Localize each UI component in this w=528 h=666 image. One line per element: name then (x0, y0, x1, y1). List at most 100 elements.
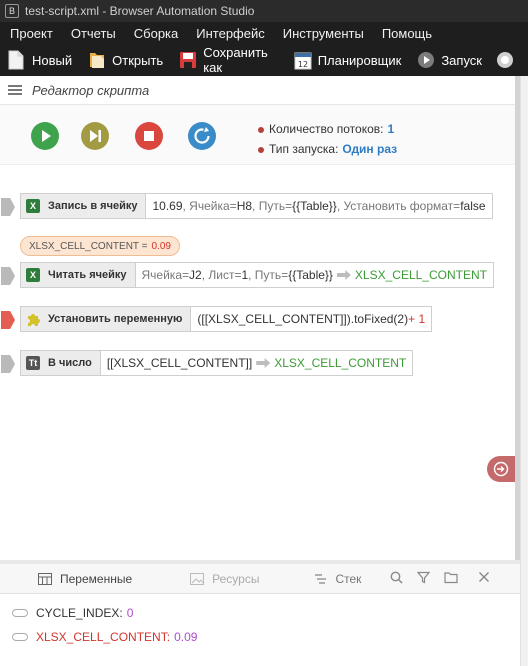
excel-icon: X (26, 199, 40, 213)
editor-title: Редактор скрипта (32, 82, 150, 98)
open-button[interactable]: Открыть (88, 50, 163, 70)
new-file-icon (8, 50, 26, 70)
menu-interface[interactable]: Интерфейс (186, 26, 272, 41)
stack-list-icon (313, 573, 327, 585)
refresh-icon (194, 127, 210, 144)
param-value: false (460, 199, 486, 213)
action-grip[interactable] (1, 267, 15, 285)
new-button[interactable]: Новый (8, 50, 72, 70)
run-button-label: Запуск (441, 52, 482, 68)
folder-icon[interactable] (444, 571, 458, 587)
circle-icon (496, 50, 514, 70)
new-button-label: Новый (32, 52, 73, 68)
menu-build[interactable]: Сборка (124, 26, 187, 41)
menu-bar: Проект Отчеты Сборка Интерфейс Инструмен… (0, 22, 528, 44)
action-block-read-cell[interactable]: X Читать ячейку Ячейка= J2 , Лист= 1 , П… (1, 262, 494, 288)
play-circle-icon (417, 50, 435, 70)
link-icon (12, 609, 28, 617)
mode-label: Тип запуска: (269, 142, 339, 156)
restart-button[interactable] (188, 122, 216, 150)
variable-value: 0 (126, 606, 134, 620)
window-title: test-script.xml - Browser Automation Stu… (25, 4, 255, 18)
variable-row[interactable]: CYCLE_INDEX: 0 (12, 606, 133, 620)
image-icon (190, 572, 205, 585)
action-block-write-cell[interactable]: X Запись в ячейку 10.69 , Ячейка= H8 , П… (1, 193, 493, 219)
param-value: J2 (189, 268, 202, 282)
stop-button[interactable] (135, 122, 163, 150)
hamburger-menu-icon[interactable] (8, 83, 22, 97)
arrow-right-icon (256, 358, 271, 368)
menu-reports[interactable]: Отчеты (61, 26, 124, 41)
bullet-icon (258, 146, 264, 153)
main-toolbar: Новый Открыть Сохранить как 12 Планировщ… (0, 44, 528, 76)
scheduler-button[interactable]: 12 Планировщик (294, 50, 402, 70)
mode-value[interactable]: Один раз (342, 142, 397, 156)
action-title: Установить переменную (48, 313, 183, 325)
bottom-panel-actions (390, 571, 490, 587)
side-panel-toggle-button[interactable] (487, 456, 515, 482)
step-forward-icon (90, 130, 101, 142)
window-title-bar: B test-script.xml - Browser Automation S… (0, 0, 528, 22)
variable-row[interactable]: XLSX_CELL_CONTENT: 0.09 (12, 630, 197, 644)
open-folder-icon (88, 50, 106, 70)
save-as-button[interactable]: Сохранить как (179, 45, 278, 75)
run-button[interactable]: Запуск (417, 50, 482, 70)
action-params: ([[XLSX_CELL_CONTENT]]).toFixed(2) + 1 (191, 307, 431, 331)
param-label: , Лист= (201, 268, 242, 282)
action-grip[interactable] (1, 198, 15, 216)
param-label: , Путь= (252, 199, 293, 213)
action-params: 10.69 , Ячейка= H8 , Путь= {{Table}} , У… (146, 194, 491, 218)
action-title: В число (48, 357, 92, 369)
tab-resources-label: Ресурсы (212, 571, 260, 586)
play-button[interactable] (31, 122, 59, 150)
param-value: {{Table}} (288, 268, 333, 282)
param-label: , Путь= (248, 268, 289, 282)
sign-in-arrow-icon (493, 461, 509, 477)
param-value: 1 (241, 268, 249, 282)
threads-label: Количество потоков: (269, 122, 384, 136)
table-icon (38, 572, 52, 585)
param-value: H8 (236, 199, 253, 213)
tab-variables-label: Переменные (60, 571, 133, 586)
tab-stack[interactable]: Стек (313, 572, 361, 586)
scheduler-button-label: Планировщик (317, 52, 402, 68)
action-grip[interactable] (1, 311, 15, 329)
text-type-icon: Tt (26, 356, 40, 370)
action-header: Установить переменную (21, 307, 192, 331)
action-grip[interactable] (1, 355, 15, 373)
svg-text:12: 12 (298, 60, 308, 69)
toolbar-more-button[interactable] (496, 50, 520, 70)
filter-icon[interactable] (416, 571, 431, 587)
close-icon[interactable] (478, 571, 490, 586)
puzzle-icon (26, 312, 40, 326)
action-header: Tt В число (21, 351, 101, 375)
arrow-right-icon (336, 270, 351, 280)
param-value: 10.69 (152, 199, 183, 213)
tab-stack-label: Стек (335, 571, 362, 586)
menu-help[interactable]: Помощь (372, 26, 440, 41)
tab-resources[interactable]: Ресурсы (190, 572, 259, 586)
action-block-to-number[interactable]: Tt В число [[XLSX_CELL_CONTENT]] XLSX_CE… (1, 350, 414, 376)
excel-icon: X (26, 268, 40, 282)
variable-value-chip: XLSX_CELL_CONTENT = 0.09 (20, 236, 180, 256)
save-icon (179, 50, 197, 70)
threads-value[interactable]: 1 (388, 122, 395, 136)
menu-tools[interactable]: Инструменты (273, 26, 372, 41)
variable-name: XLSX_CELL_CONTENT: (36, 630, 171, 644)
editor-header: Редактор скрипта (0, 76, 520, 105)
chip-label: XLSX_CELL_CONTENT = (29, 240, 148, 252)
variable-value: 0.09 (174, 630, 198, 644)
app-icon: B (5, 4, 19, 18)
action-params: Ячейка= J2 , Лист= 1 , Путь= {{Table}} X… (136, 263, 493, 287)
step-button[interactable] (81, 122, 109, 150)
search-icon[interactable] (390, 571, 403, 587)
param-label: Ячейка= (141, 268, 190, 282)
menu-project[interactable]: Проект (0, 26, 61, 41)
variable-name: CYCLE_INDEX: (36, 606, 123, 620)
variables-list: CYCLE_INDEX: 0 XLSX_CELL_CONTENT: 0.09 (0, 594, 520, 666)
action-title: Читать ячейку (48, 269, 127, 281)
link-icon (12, 633, 28, 641)
action-block-set-variable[interactable]: Установить переменную ([[XLSX_CELL_CONTE… (1, 306, 433, 332)
action-header: X Читать ячейку (21, 263, 136, 287)
tab-variables[interactable]: Переменные (38, 572, 132, 586)
